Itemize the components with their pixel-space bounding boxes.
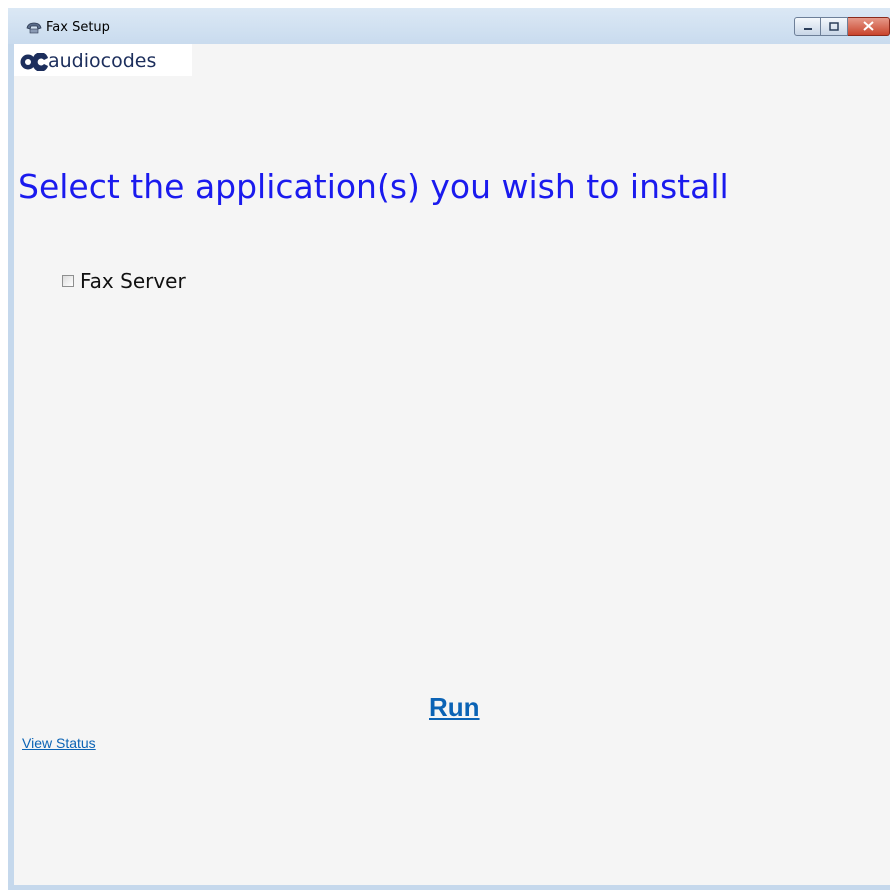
main-content: audiocodes Select the application(s) you… bbox=[14, 44, 890, 885]
window-bottom-border bbox=[8, 885, 890, 890]
fax-icon bbox=[26, 21, 42, 34]
minimize-icon bbox=[803, 18, 813, 36]
window-controls bbox=[794, 17, 890, 37]
page-heading: Select the application(s) you wish to in… bbox=[18, 167, 729, 206]
view-status-link[interactable]: View Status bbox=[22, 735, 96, 751]
close-button[interactable] bbox=[848, 17, 890, 36]
window-title: Fax Setup bbox=[46, 20, 110, 35]
fax-server-checkbox[interactable] bbox=[62, 275, 74, 287]
fax-setup-window: Fax Setup audiocodes Select the applicat… bbox=[8, 8, 890, 890]
fax-server-label[interactable]: Fax Server bbox=[80, 269, 186, 293]
minimize-button[interactable] bbox=[794, 17, 821, 36]
maximize-icon bbox=[829, 18, 839, 36]
maximize-button[interactable] bbox=[821, 17, 848, 36]
logo-mark-icon bbox=[20, 52, 50, 72]
application-option-fax-server[interactable]: Fax Server bbox=[62, 269, 186, 293]
close-icon bbox=[863, 18, 874, 36]
audiocodes-logo: audiocodes bbox=[14, 44, 192, 76]
run-link[interactable]: Run bbox=[429, 692, 480, 723]
title-bar[interactable]: Fax Setup bbox=[8, 8, 890, 44]
logo-text: audiocodes bbox=[48, 50, 157, 72]
